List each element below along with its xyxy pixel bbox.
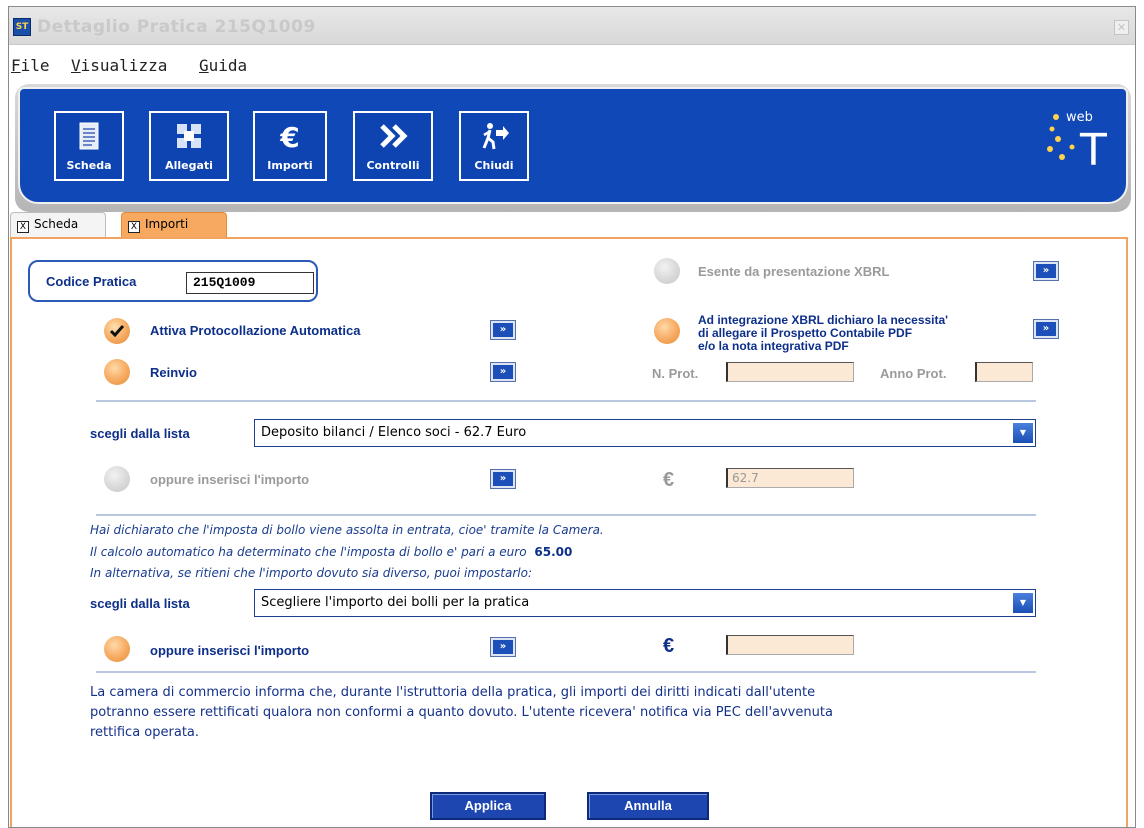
applica-button[interactable]: Applica: [430, 792, 546, 820]
separator: [96, 671, 1036, 673]
scheda-button-label: Scheda: [66, 159, 112, 172]
euro-icon: €: [663, 635, 675, 657]
svg-text:T: T: [1079, 125, 1107, 176]
svg-text:web: web: [1066, 110, 1093, 125]
integrazione-xbrl-label-3: e/o la nota integrativa PDF: [698, 339, 849, 353]
annoprot-label: Anno Prot.: [880, 366, 947, 381]
scegli-lista-label: scegli dalla lista: [90, 426, 190, 441]
bolli-select[interactable]: Scegliere l'importo dei bolli per la pra…: [254, 589, 1036, 617]
bollo-amount: 65.00: [534, 545, 573, 559]
reinvio-info-button[interactable]: »: [490, 362, 516, 382]
diritti-importo-field[interactable]: 62.7: [726, 468, 854, 488]
attiva-protocollazione-label: Attiva Protocollazione Automatica: [150, 323, 361, 338]
chiudi-button-label: Chiudi: [474, 159, 514, 172]
importi-button-label: Importi: [267, 159, 313, 172]
svg-text:€: €: [279, 121, 299, 151]
tab-close-icon[interactable]: X: [17, 221, 29, 233]
info-line-3: rettifica operata.: [90, 725, 200, 740]
esente-xbrl-info-button[interactable]: »: [1033, 261, 1059, 281]
chiudi-button[interactable]: Chiudi: [459, 111, 529, 181]
importi-panel: Codice Pratica 215Q1009 Esente da presen…: [10, 237, 1128, 827]
oppure-importo-radio[interactable]: [104, 466, 130, 492]
integrazione-xbrl-label-2: di allegare il Prospetto Contabile PDF: [698, 326, 913, 340]
menu-guida[interactable]: Guida: [199, 56, 247, 75]
reinvio-label: Reinvio: [150, 365, 197, 380]
controlli-button[interactable]: Controlli: [353, 111, 433, 181]
dropdown-arrow-icon[interactable]: ▼: [1013, 423, 1033, 443]
bolli-importo-field[interactable]: [726, 635, 854, 655]
annulla-button[interactable]: Annulla: [587, 792, 709, 820]
double-chevron-icon: [380, 124, 408, 148]
codice-pratica-field[interactable]: 215Q1009: [186, 272, 314, 294]
reinvio-radio[interactable]: [104, 359, 130, 385]
annoprot-field[interactable]: [975, 362, 1033, 382]
codice-pratica-box: Codice Pratica 215Q1009: [28, 260, 318, 302]
tab-close-icon[interactable]: X: [128, 221, 140, 233]
attachments-icon: [177, 124, 201, 148]
bolli-select-value: Scegliere l'importo dei bolli per la pra…: [261, 595, 530, 610]
allegati-button[interactable]: Allegati: [149, 111, 229, 181]
bollo-info-line-2: Il calcolo automatico ha determinato che…: [90, 545, 573, 559]
toolbar-frame: Scheda Allegati € Importi Controlli Chiu…: [15, 84, 1131, 212]
menu-visualizza[interactable]: Visualizza: [71, 56, 167, 75]
app-icon: ST: [13, 18, 31, 36]
menu-bar: File Visualizza Guida: [9, 52, 1135, 78]
info-line-1: La camera di commercio informa che, dura…: [90, 685, 816, 700]
oppure-importo-bolli-info-button[interactable]: »: [490, 637, 516, 657]
oppure-importo-bolli-label: oppure inserisci l'importo: [150, 643, 310, 658]
nprot-label: N. Prot.: [652, 366, 699, 381]
scheda-button[interactable]: Scheda: [54, 111, 124, 181]
tab-scheda-label: Scheda: [34, 217, 79, 231]
euro-icon: €: [663, 469, 675, 491]
nprot-field[interactable]: [726, 362, 854, 382]
euro-icon: €: [279, 121, 299, 151]
esente-xbrl-label: Esente da presentazione XBRL: [698, 264, 890, 279]
title-bar: ST Dettaglio Pratica 215Q1009 ✕: [9, 7, 1135, 45]
separator: [96, 400, 1036, 402]
window-close-icon[interactable]: ✕: [1114, 20, 1129, 35]
oppure-importo-bolli-radio[interactable]: [104, 636, 130, 662]
esente-xbrl-radio[interactable]: [654, 258, 680, 284]
controlli-button-label: Controlli: [366, 159, 420, 172]
tab-importi[interactable]: X Importi: [121, 212, 227, 237]
menu-file[interactable]: File: [11, 56, 50, 75]
main-toolbar: Scheda Allegati € Importi Controlli Chiu…: [18, 87, 1128, 204]
integrazione-xbrl-info-button[interactable]: »: [1033, 319, 1059, 339]
importi-button[interactable]: € Importi: [253, 111, 327, 181]
oppure-importo-info-button[interactable]: »: [490, 469, 516, 489]
window-title: Dettaglio Pratica 215Q1009: [37, 17, 316, 37]
integrazione-xbrl-radio[interactable]: [654, 318, 680, 344]
tab-scheda[interactable]: X Scheda: [10, 212, 106, 237]
bollo-info-line-3: In alternativa, se ritieni che l'importo…: [90, 566, 532, 580]
oppure-importo-label: oppure inserisci l'importo: [150, 472, 310, 487]
separator: [96, 514, 1036, 516]
checkmark-icon: [110, 325, 124, 337]
diritti-select-value: Deposito bilanci / Elenco soci - 62.7 Eu…: [261, 425, 527, 440]
bollo-info-line-1: Hai dichiarato che l'imposta di bollo vi…: [90, 523, 604, 537]
attiva-protocollazione-checkbox[interactable]: [104, 318, 130, 344]
exit-person-icon: [482, 123, 509, 150]
scegli-lista-bolli-label: scegli dalla lista: [90, 596, 190, 611]
tab-importi-label: Importi: [145, 217, 189, 231]
allegati-button-label: Allegati: [165, 159, 213, 172]
document-icon: [79, 122, 99, 150]
diritti-select[interactable]: Deposito bilanci / Elenco soci - 62.7 Eu…: [254, 419, 1036, 447]
dropdown-arrow-icon[interactable]: ▼: [1013, 593, 1033, 613]
info-line-2: potranno essere rettificati qualora non …: [90, 705, 833, 720]
webt-logo: web T: [1047, 110, 1107, 176]
integrazione-xbrl-label-1: Ad integrazione XBRL dichiaro la necessi…: [698, 313, 949, 327]
codice-pratica-label: Codice Pratica: [46, 274, 137, 289]
attiva-protocollazione-info-button[interactable]: »: [490, 320, 516, 340]
